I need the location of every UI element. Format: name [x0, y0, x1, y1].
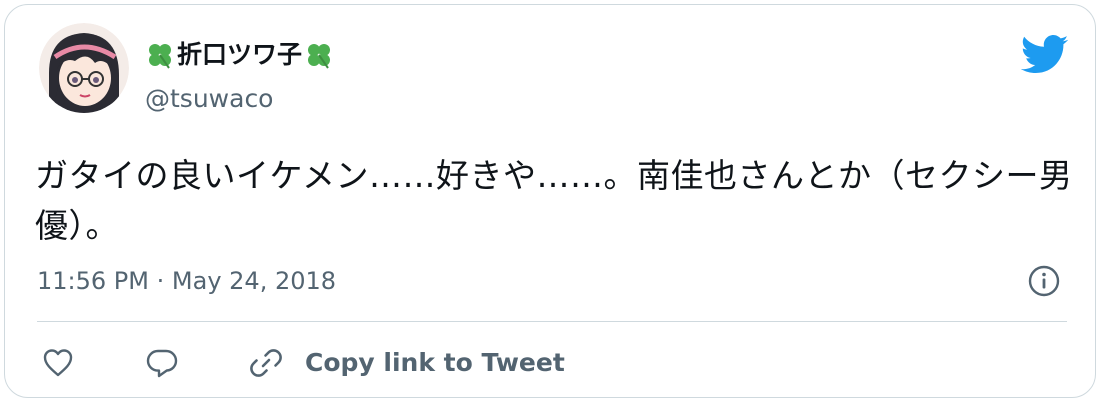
link-icon — [250, 349, 282, 377]
copy-link-button[interactable]: Copy link to Tweet — [249, 346, 565, 380]
meta-separator: · — [156, 267, 165, 295]
tweet-text: ガタイの良いイケメン……好きや……。南佳也さんとか（セクシー男優）。 — [35, 156, 1073, 245]
tweet-time[interactable]: 11:56 PM — [37, 267, 149, 295]
info-icon[interactable] — [1027, 264, 1061, 298]
tweet-date[interactable]: May 24, 2018 — [172, 267, 336, 295]
tweet-timestamp[interactable]: 11:56 PM · May 24, 2018 — [37, 265, 336, 297]
clover-icon — [149, 44, 171, 69]
copy-link-label[interactable]: Copy link to Tweet — [305, 347, 565, 379]
clover-icon — [308, 44, 331, 69]
author-name-row[interactable]: 折口ツワ子 — [145, 39, 334, 71]
action-bar: Copy link to Tweet — [41, 343, 565, 383]
heart-icon[interactable] — [41, 346, 75, 380]
twitter-bird-icon[interactable] — [1021, 35, 1069, 75]
tweet-card[interactable]: 折口ツワ子 @tsuwaco ガタイの良いイケメン……好きや……。南佳也さんとか… — [4, 4, 1096, 398]
display-name[interactable]: 折口ツワ子 — [177, 39, 302, 71]
user-handle[interactable]: @tsuwaco — [145, 83, 273, 115]
avatar[interactable] — [39, 23, 129, 113]
reply-icon[interactable] — [145, 346, 179, 380]
divider — [37, 321, 1067, 322]
